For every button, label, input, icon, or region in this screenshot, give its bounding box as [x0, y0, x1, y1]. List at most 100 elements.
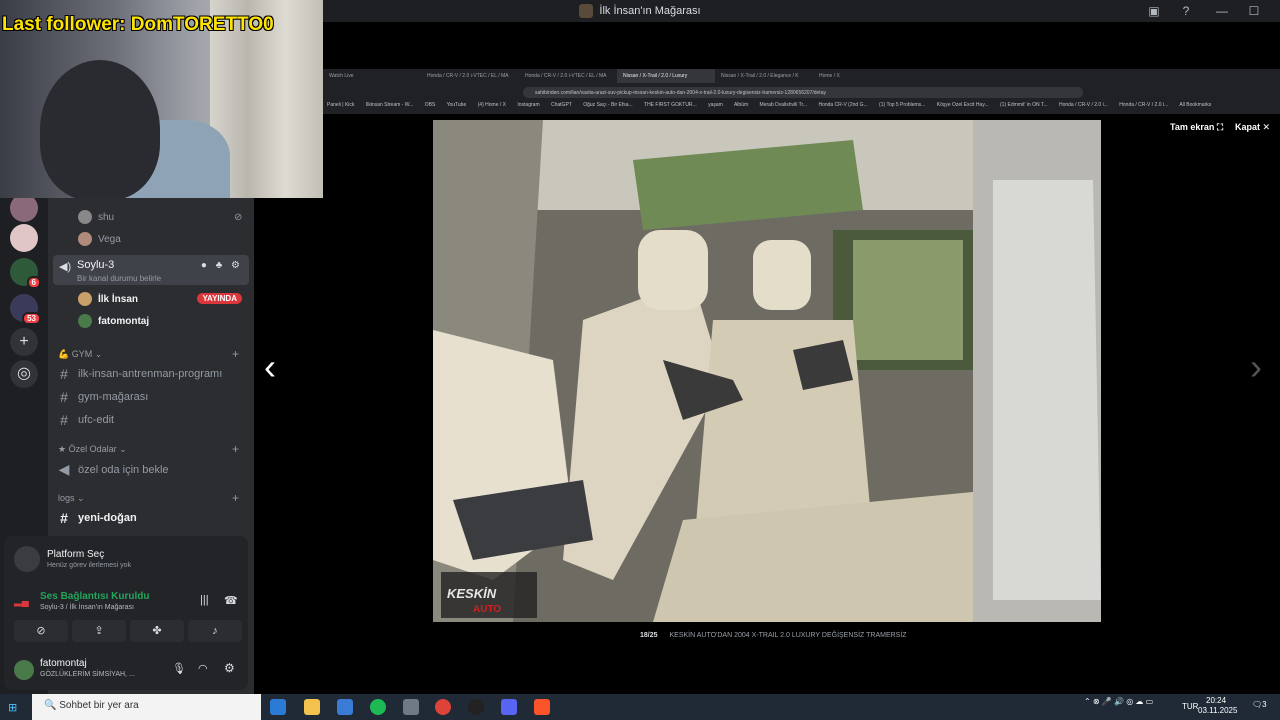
server-item[interactable]	[10, 194, 38, 222]
close-button[interactable]: ✕	[1272, 4, 1280, 18]
voice-user[interactable]: shu ⊘	[78, 210, 242, 224]
channel-item[interactable]: ◀ özel oda için bekle	[58, 461, 169, 478]
voice-status-subtitle[interactable]: Soylu-3 / İlk İnsan'ın Mağarası	[40, 604, 134, 611]
voice-user-name: shu	[98, 211, 115, 223]
camera-toggle-button[interactable]: ⊘	[14, 620, 68, 642]
mention-badge: 53	[22, 312, 41, 325]
live-badge: YAYINDA	[197, 293, 242, 304]
server-item[interactable]: 53	[10, 294, 41, 325]
bookmark[interactable]: YouTube	[447, 102, 467, 108]
bookmark[interactable]: (4) Home / X	[478, 102, 506, 108]
voice-user[interactable]: fatomontaj	[78, 314, 149, 328]
voice-channel-name: Soylu-3	[77, 259, 115, 271]
listing-photo[interactable]: KESKİN AUTO	[433, 120, 1101, 622]
close-viewer-button[interactable]: Kapat ✕	[1235, 122, 1270, 133]
voice-connection-panel: ▂▄ Ses Bağlantısı Kuruldu Soylu-3 / İlk …	[4, 582, 248, 650]
username[interactable]: fatomontaj	[40, 658, 87, 669]
discover-icon[interactable]: ◎	[10, 360, 38, 388]
next-arrow-icon[interactable]: ›	[1250, 346, 1262, 388]
add-channel-icon[interactable]: +	[232, 491, 239, 505]
edge-icon[interactable]	[270, 699, 286, 715]
bookmark[interactable]: Köşye Özel Excit Hay...	[937, 102, 989, 108]
avatar[interactable]	[14, 660, 34, 680]
soundboard-button[interactable]: ♪	[188, 620, 242, 642]
browser-tab[interactable]: Nissan / X-Trail / 2.0 / Elegance / K	[715, 69, 813, 83]
bookmark[interactable]: Albüm	[734, 102, 748, 108]
category-logs[interactable]: logs ⌄ +	[58, 491, 239, 505]
bookmark[interactable]: Merab Dvalishvili Tr...	[760, 102, 808, 108]
input-language[interactable]: TUR	[1182, 702, 1198, 711]
activities-button[interactable]: ✤	[130, 620, 184, 642]
address-bar[interactable]: sahibinden.com/ilan/vasita-arazi-suv-pic…	[523, 87, 1083, 98]
platform-panel[interactable]: Platform Seç Henüz görev ilerlemesi yok	[4, 536, 248, 582]
bookmark[interactable]: (1) Top 5 Problems...	[879, 102, 925, 108]
channel-item[interactable]: # ilk-insan-antrenman-programı	[58, 366, 222, 382]
clock-date[interactable]: 03.11.2025	[1198, 706, 1237, 715]
bookmark[interactable]: All Bookmarks	[1179, 102, 1211, 108]
screen-share-button[interactable]: ⇪	[72, 620, 126, 642]
bookmark[interactable]: Honda / CR-V / 2.0 i...	[1059, 102, 1108, 108]
spotify-icon[interactable]	[370, 699, 386, 715]
notification-icon[interactable]: 🗨3	[1252, 700, 1267, 709]
add-server-icon[interactable]: +	[10, 328, 38, 356]
bookmark[interactable]: ChatGPT	[551, 102, 572, 108]
store-icon[interactable]	[337, 699, 353, 715]
bookmark[interactable]: Honda CR-V (2nd G...	[818, 102, 867, 108]
calculator-icon[interactable]	[403, 699, 419, 715]
channel-item[interactable]: # yeni-doğan	[58, 510, 137, 526]
browser-tab[interactable]: Home / X	[813, 69, 911, 83]
taskbar-search[interactable]: 🔍 Sohbet bir yer ara	[32, 694, 261, 720]
headphones-icon[interactable]: ◠	[198, 662, 208, 675]
voice-status-title[interactable]: Ses Bağlantısı Kuruldu	[40, 591, 149, 602]
bookmark[interactable]: (1) Edmmit' in ON T...	[1000, 102, 1048, 108]
add-channel-icon[interactable]: +	[232, 347, 239, 361]
bookmark[interactable]: THE FIRST GOKTUR...	[644, 102, 697, 108]
previous-arrow-icon[interactable]: ‹	[264, 346, 276, 388]
voice-user[interactable]: Vega	[78, 232, 121, 246]
svg-text:AUTO: AUTO	[473, 604, 501, 615]
clock-time[interactable]: 20:24	[1206, 696, 1226, 705]
file-explorer-icon[interactable]	[304, 699, 320, 715]
voice-channel-soylu-3[interactable]: ◀) Soylu-3 Bir kanal durumu belirle ● ♣ …	[53, 255, 249, 285]
discord-icon[interactable]	[501, 699, 517, 715]
minimize-button[interactable]: —	[1208, 4, 1236, 18]
platform-title: Platform Seç	[47, 549, 105, 560]
help-icon[interactable]: ?	[1172, 4, 1200, 18]
bookmark[interactable]: Honda / CR-V / 2.0 i...	[1119, 102, 1168, 108]
channel-item[interactable]: # ufc-edit	[58, 412, 114, 428]
brave-icon[interactable]	[534, 699, 550, 715]
bookmark[interactable]: Instagram	[517, 102, 539, 108]
maximize-button[interactable]: ☐	[1240, 4, 1268, 18]
last-follower-text: Last follower: DomTORETTO0	[2, 14, 274, 35]
obs-icon[interactable]	[468, 699, 484, 715]
disconnect-icon[interactable]: ☎	[224, 594, 238, 607]
voice-channel-status[interactable]: Bir kanal durumu belirle	[77, 274, 161, 283]
tray-icons[interactable]: ⌃ ⊗ 🎤 🔊 ◎ ☁ ▭	[1084, 697, 1153, 706]
user-status[interactable]: GÖZLÜKLERİM SİMSİYAH, ...	[40, 671, 135, 678]
bookmark[interactable]: İlkinsan Stream - W...	[366, 102, 414, 108]
bookmark[interactable]: OBS	[425, 102, 436, 108]
browser-tab[interactable]: Honda / CR-V / 2.0 i-VTEC / EL / MA	[519, 69, 617, 83]
browser-tab[interactable]: Watch Live	[323, 69, 421, 83]
microphone-icon[interactable]: 🎙	[172, 662, 186, 675]
browser-tab-active[interactable]: Nissan / X-Trail / 2.0 / Luxury	[617, 69, 715, 83]
settings-gear-icon[interactable]: ⚙	[224, 661, 235, 675]
server-item[interactable]	[10, 224, 38, 252]
start-icon[interactable]: ⊞	[8, 701, 17, 714]
channel-item[interactable]: # gym-mağarası	[58, 389, 148, 405]
browser-tab[interactable]: Honda / CR-V / 2.0 i-VTEC / EL / MA	[421, 69, 519, 83]
bookmark[interactable]: yaşam	[708, 102, 723, 108]
server-item[interactable]: 6	[10, 258, 41, 289]
noise-suppression-icon[interactable]: |||	[200, 594, 209, 606]
bookmark[interactable]: Paneli | Kick	[327, 102, 354, 108]
channel-action-icons[interactable]: ● ♣ ⚙	[201, 260, 243, 271]
bookmark[interactable]: Oğuz Saçı - Bir Efsa...	[583, 102, 632, 108]
category-gym[interactable]: 💪 GYM ⌄ +	[58, 347, 239, 361]
category-ozel-odalar[interactable]: ★ Özel Odalar ⌄ +	[58, 442, 239, 456]
add-channel-icon[interactable]: +	[232, 442, 239, 456]
voice-user-streaming[interactable]: İlk İnsan	[78, 292, 138, 306]
inbox-icon[interactable]: ▣	[1140, 4, 1168, 18]
window-controls: — ☐ ✕	[1208, 0, 1280, 22]
chrome-icon[interactable]	[435, 699, 451, 715]
fullscreen-button[interactable]: Tam ekran ⛶	[1170, 122, 1223, 133]
